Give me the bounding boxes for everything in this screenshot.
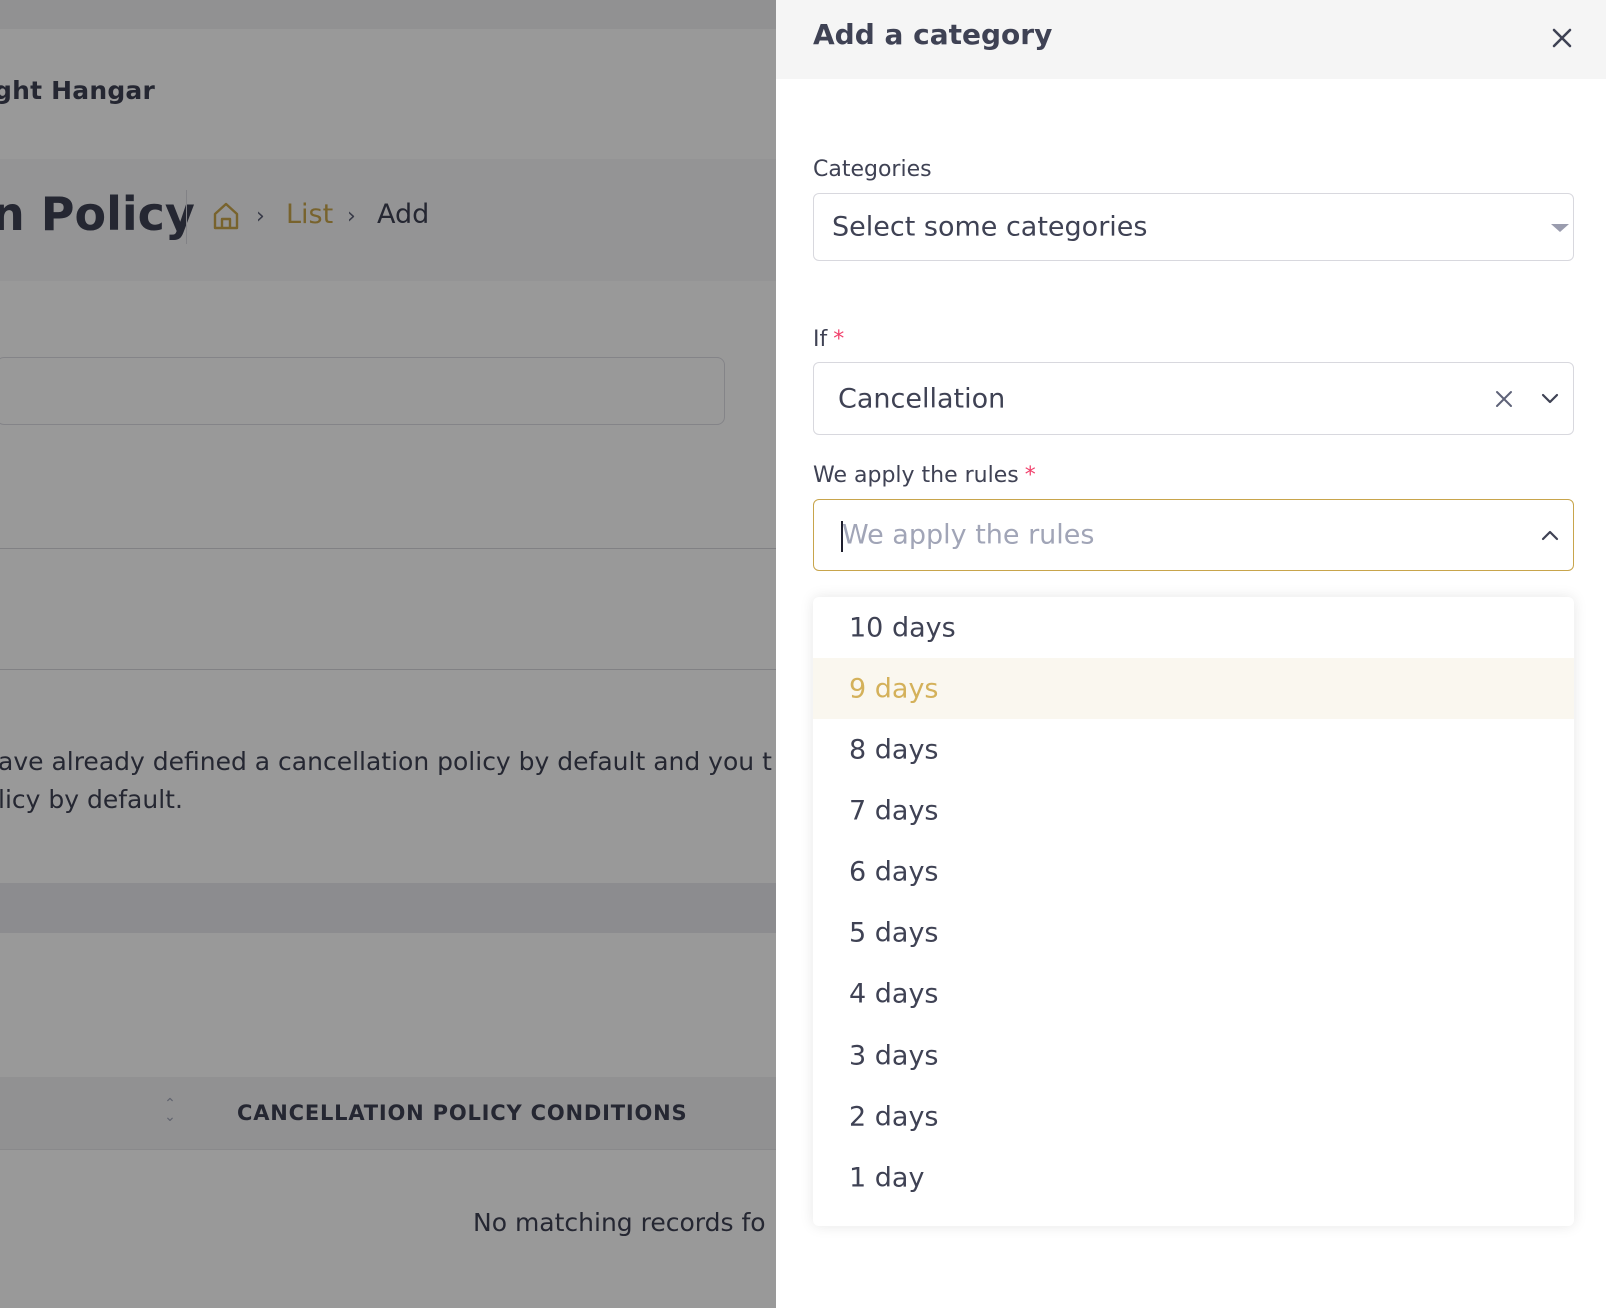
rules-dropdown-menu: 10 days 9 days 8 days 7 days 6 days 5 da… — [813, 597, 1574, 1226]
rules-option[interactable]: 2 days — [813, 1086, 1574, 1147]
categories-select[interactable]: Select some categories — [813, 193, 1574, 261]
rules-option-label: 2 days — [849, 1101, 939, 1132]
caret-down-icon — [1551, 224, 1569, 232]
rules-option-label: 8 days — [849, 734, 939, 765]
rules-option-label: 3 days — [849, 1040, 939, 1071]
required-mark: * — [1024, 463, 1036, 488]
if-select[interactable]: Cancellation — [813, 362, 1574, 435]
rules-option-label: 7 days — [849, 795, 939, 826]
close-icon[interactable] — [1546, 22, 1578, 54]
rules-option-label: 9 days — [849, 673, 939, 704]
chevron-up-icon[interactable] — [1540, 527, 1560, 543]
rules-option[interactable]: 6 days — [813, 841, 1574, 902]
rules-select[interactable]: We apply the rules — [813, 499, 1574, 571]
rules-option[interactable]: 8 days — [813, 719, 1574, 780]
rules-search-input[interactable]: We apply the rules — [842, 520, 1094, 551]
rules-label-text: We apply the rules — [813, 463, 1019, 488]
required-mark: * — [833, 327, 845, 352]
if-label: If * — [813, 327, 844, 352]
rules-option-label: 5 days — [849, 917, 939, 948]
modal-overlay[interactable] — [0, 0, 776, 1308]
rules-option[interactable]: 10 days — [813, 597, 1574, 658]
rules-option-label: 6 days — [849, 856, 939, 887]
drawer-title: Add a category — [813, 18, 1053, 51]
rules-option[interactable]: 7 days — [813, 780, 1574, 841]
chevron-down-icon[interactable] — [1540, 391, 1560, 407]
drawer-header: Add a category — [776, 0, 1606, 79]
rules-option-label: 1 day — [849, 1162, 925, 1193]
categories-label: Categories — [813, 157, 932, 182]
rules-option[interactable]: 5 days — [813, 902, 1574, 963]
rules-option[interactable]: 3 days — [813, 1025, 1574, 1086]
rules-option-highlighted[interactable]: 9 days — [813, 658, 1574, 719]
rules-option-label: 4 days — [849, 978, 939, 1009]
clear-icon[interactable] — [1494, 389, 1514, 409]
rules-option[interactable]: 1 day — [813, 1147, 1574, 1208]
categories-placeholder: Select some categories — [832, 211, 1148, 243]
if-label-text: If — [813, 327, 828, 352]
rules-label: We apply the rules * — [813, 463, 1036, 488]
if-selected-value: Cancellation — [838, 383, 1006, 414]
rules-option-label: 10 days — [849, 612, 956, 643]
add-category-drawer: Add a category Categories Select some ca… — [776, 0, 1606, 1308]
rules-option[interactable]: 4 days — [813, 963, 1574, 1024]
